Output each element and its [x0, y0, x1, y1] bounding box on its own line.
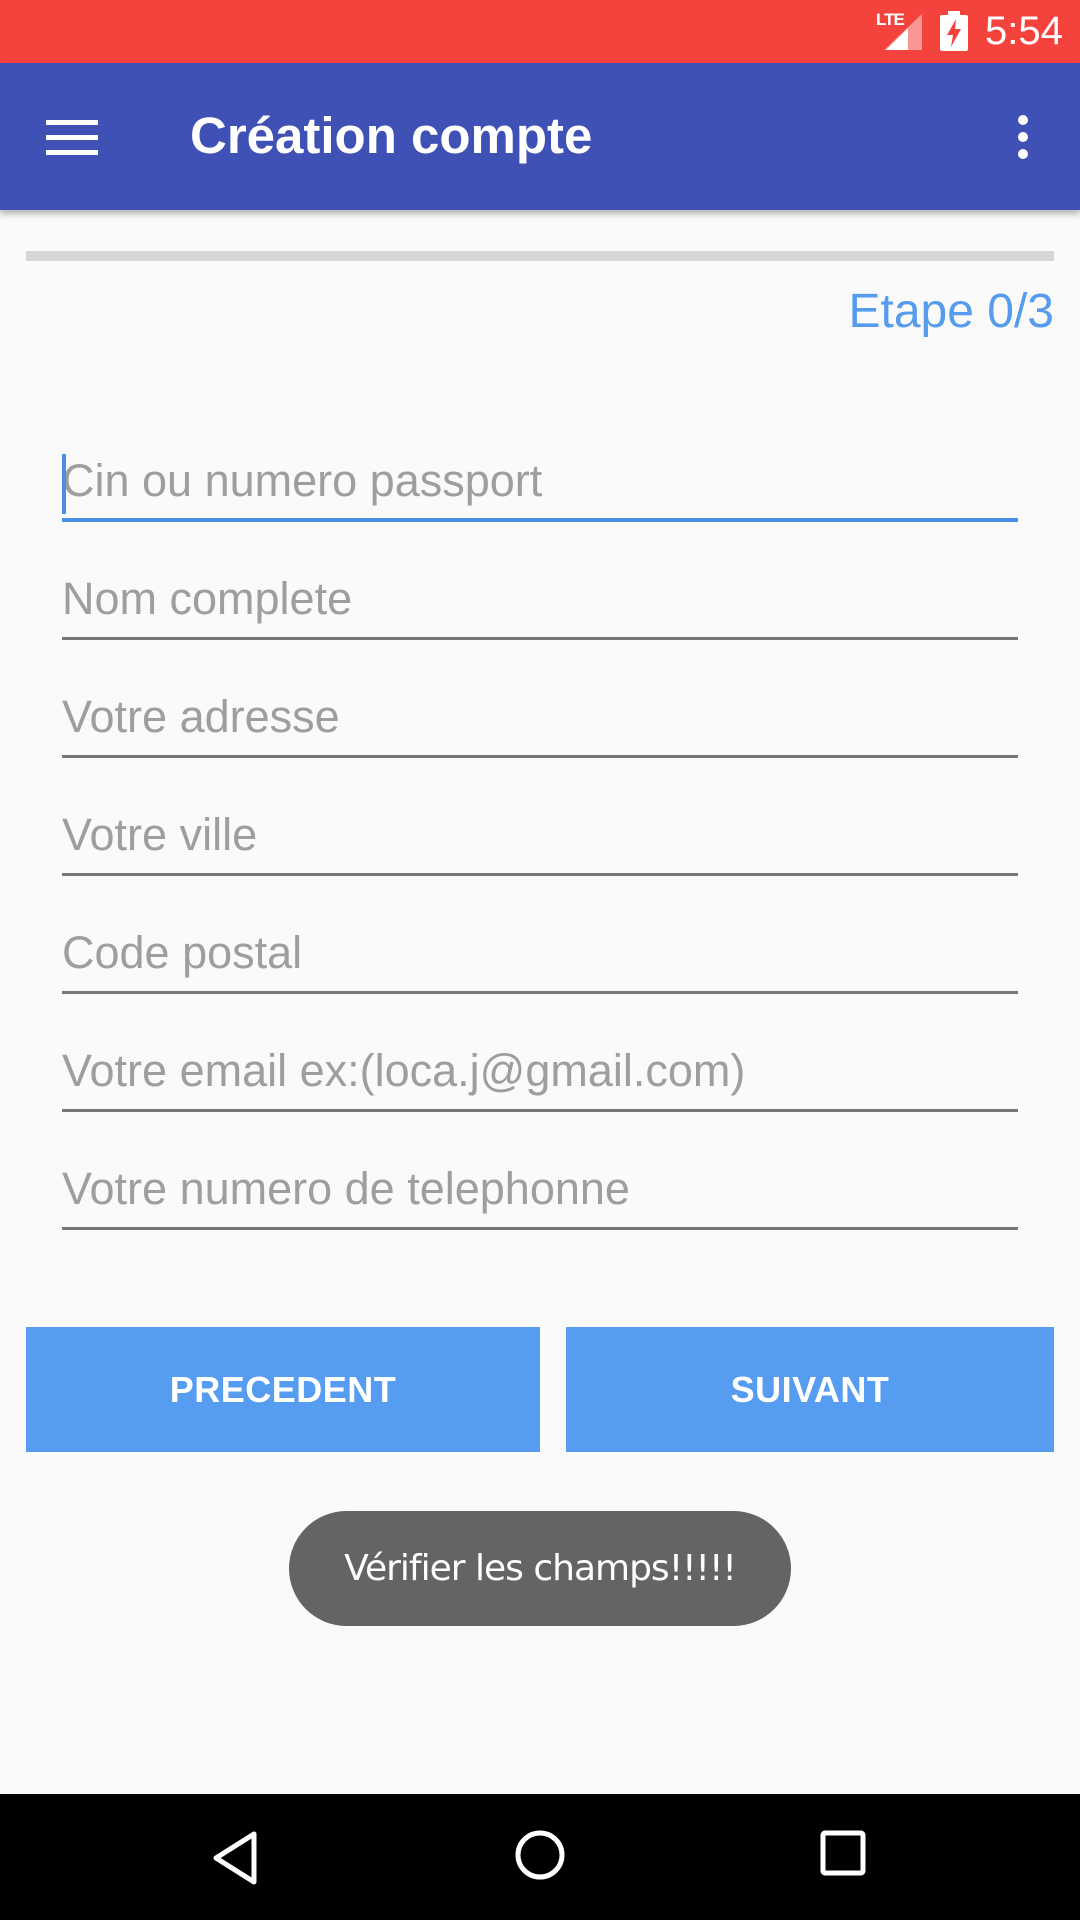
- battery-charging-icon: [940, 11, 968, 51]
- phone-input[interactable]: [62, 1156, 1018, 1222]
- full-name-field[interactable]: [62, 566, 1018, 640]
- clock-time: 5:54: [985, 9, 1063, 53]
- toast-message: Vérifier les champs!!!!!: [289, 1511, 791, 1626]
- page-title: Création compte: [190, 107, 593, 164]
- postal-code-input[interactable]: [62, 920, 1018, 986]
- city-field[interactable]: [62, 802, 1018, 876]
- address-input[interactable]: [62, 684, 1018, 750]
- email-input[interactable]: [62, 1038, 1018, 1104]
- field-underline: [62, 1227, 1018, 1230]
- text-cursor: [62, 454, 66, 514]
- more-vert-icon[interactable]: [1008, 113, 1038, 163]
- step-label: Etape 0/3: [848, 285, 1055, 338]
- city-input[interactable]: [62, 802, 1018, 868]
- full-name-input[interactable]: [62, 566, 1018, 632]
- home-icon[interactable]: [514, 1829, 566, 1881]
- previous-button[interactable]: PRECEDENT: [26, 1327, 540, 1452]
- phone-field[interactable]: [62, 1156, 1018, 1230]
- field-underline: [62, 637, 1018, 640]
- hamburger-menu-icon[interactable]: [46, 118, 98, 158]
- recents-icon[interactable]: [820, 1830, 866, 1876]
- field-underline: [62, 991, 1018, 994]
- next-button[interactable]: SUIVANT: [566, 1327, 1054, 1452]
- app-toolbar: Création compte: [0, 63, 1080, 210]
- cin-passport-input[interactable]: [62, 448, 1018, 514]
- field-underline: [62, 873, 1018, 876]
- system-nav-bar: [0, 1794, 1080, 1920]
- postal-code-field[interactable]: [62, 920, 1018, 994]
- address-field[interactable]: [62, 684, 1018, 758]
- signal-icon: [884, 14, 922, 50]
- email-field[interactable]: [62, 1038, 1018, 1112]
- field-underline: [62, 1109, 1018, 1112]
- status-bar: LTE 5:54: [0, 0, 1080, 63]
- cin-passport-field[interactable]: [62, 448, 1018, 522]
- step-progress-bar: [26, 251, 1054, 261]
- field-underline: [62, 755, 1018, 758]
- field-underline: [62, 518, 1018, 522]
- back-icon[interactable]: [212, 1830, 260, 1886]
